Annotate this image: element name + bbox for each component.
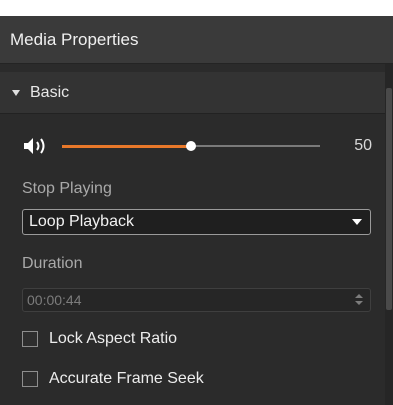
volume-slider-fill xyxy=(62,144,191,148)
properties-content: Basic 50 Stop Playing Loop Playback Dura… xyxy=(0,64,385,405)
spinner-icon[interactable] xyxy=(355,294,363,306)
volume-slider-thumb[interactable] xyxy=(186,141,196,151)
section-title: Basic xyxy=(30,83,70,101)
basic-section-header[interactable]: Basic xyxy=(0,72,385,114)
spin-down-icon xyxy=(355,301,363,305)
duration-value: 00:00:44 xyxy=(27,292,82,308)
volume-control: 50 xyxy=(22,134,372,158)
media-properties-panel: Media Properties Basic 50 Stop Playing L… xyxy=(0,0,393,405)
vertical-scrollbar[interactable] xyxy=(385,64,393,405)
speaker-icon[interactable] xyxy=(22,136,54,156)
panel-title: Media Properties xyxy=(10,29,139,49)
top-strip xyxy=(0,0,393,16)
stop-playing-label: Stop Playing xyxy=(22,180,112,197)
duration-field[interactable]: 00:00:44 xyxy=(22,288,371,312)
stop-playing-selected: Loop Playback xyxy=(29,213,134,230)
duration-label: Duration xyxy=(22,255,83,272)
collapse-triangle-icon xyxy=(12,89,20,96)
lock-aspect-ratio-label: Lock Aspect Ratio xyxy=(49,330,178,347)
panel-header: Media Properties xyxy=(0,16,393,64)
accurate-frame-seek-option[interactable]: Accurate Frame Seek xyxy=(22,368,204,390)
volume-value: 50 xyxy=(354,137,372,154)
scrollbar-thumb[interactable] xyxy=(386,88,392,310)
accurate-frame-seek-label: Accurate Frame Seek xyxy=(49,370,204,387)
lock-aspect-ratio-option[interactable]: Lock Aspect Ratio xyxy=(22,328,177,350)
volume-slider[interactable] xyxy=(62,141,320,151)
lock-aspect-ratio-checkbox[interactable] xyxy=(22,331,38,347)
chevron-down-icon xyxy=(352,219,362,225)
accurate-frame-seek-checkbox[interactable] xyxy=(22,371,38,387)
stop-playing-select[interactable]: Loop Playback xyxy=(22,209,371,235)
spin-up-icon xyxy=(355,294,363,298)
